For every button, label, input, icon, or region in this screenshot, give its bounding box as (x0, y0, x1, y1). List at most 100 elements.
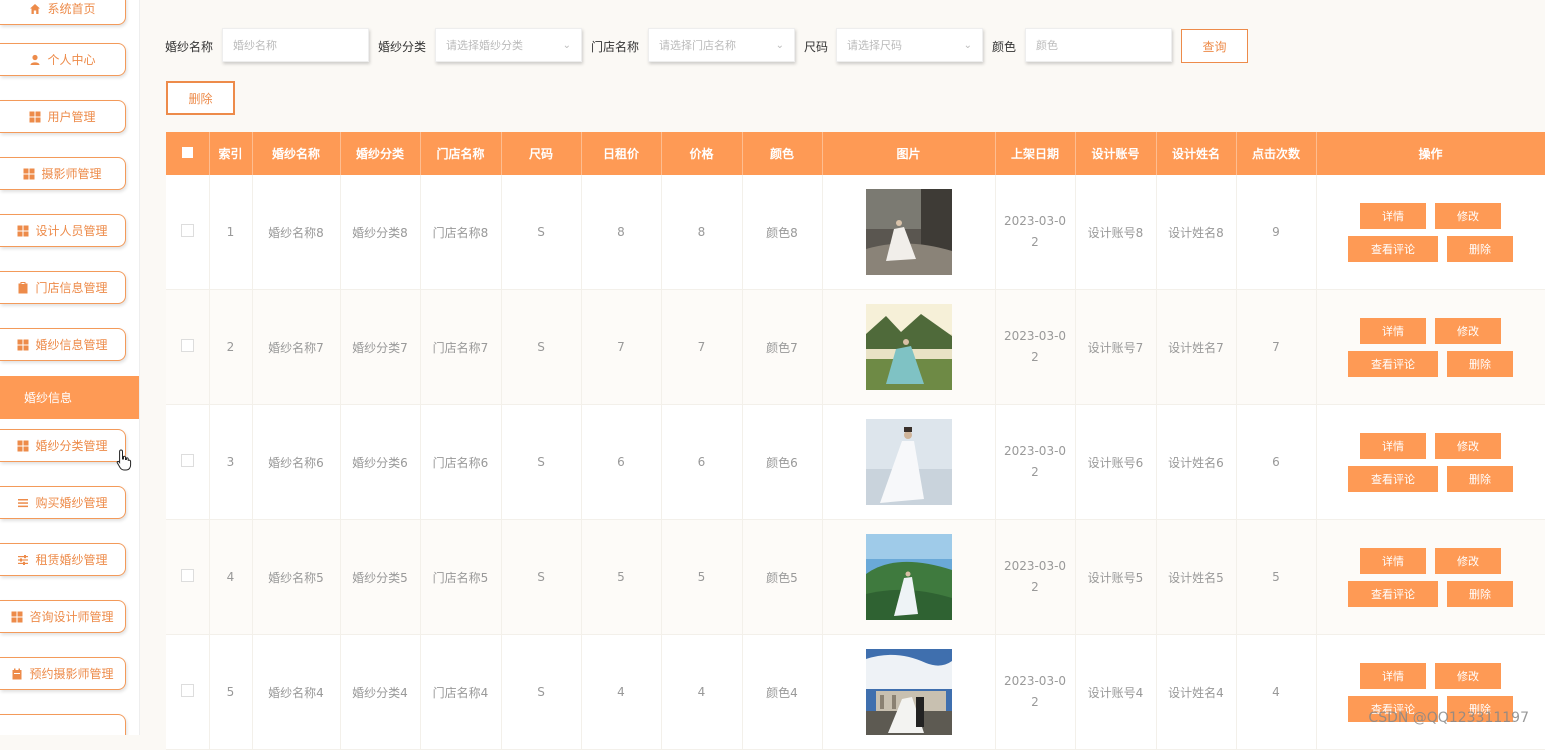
sidebar-item-designers[interactable]: 设计人员管理 (0, 214, 126, 247)
column-header: 操作 (1316, 132, 1545, 175)
cell-clicks: 6 (1236, 404, 1317, 520)
select-all-checkbox[interactable] (181, 146, 193, 158)
cell-size: S (501, 519, 582, 635)
sidebar-item-label: 婚纱信息管理 (35, 338, 108, 352)
row-checkbox[interactable] (180, 684, 194, 697)
sidebar: 系统首页 个人中心 用户管理 摄影师管理 设计人员管理 门店信息管理 婚纱信息管… (0, 0, 140, 735)
cell-price: 8 (661, 175, 743, 290)
calendar-icon (11, 668, 23, 680)
detail-button[interactable]: 详情 (1360, 547, 1426, 574)
hand-cursor-icon (116, 449, 132, 475)
dress-photo[interactable] (865, 534, 952, 620)
delete-button[interactable]: 删除 (1447, 580, 1513, 607)
sidebar-item-label: 门店信息管理 (35, 281, 108, 295)
sidebar-item-consult-designer[interactable]: 咨询设计师管理 (0, 600, 126, 633)
view-comments-button[interactable]: 查看评论 (1348, 580, 1438, 607)
cell-designer: 设计姓名6 (1156, 404, 1237, 520)
table-row: 1 婚纱名称8 婚纱分类8 门店名称8 S 8 8 颜色8 2023-03-0 2… (166, 175, 1545, 290)
grid-icon (23, 168, 35, 180)
detail-button[interactable]: 详情 (1360, 432, 1426, 459)
column-header: 设计姓名 (1156, 132, 1237, 175)
sidebar-item-purchases[interactable]: 购买婚纱管理 (0, 486, 126, 519)
sidebar-item-dresses[interactable]: 婚纱信息管理 (0, 328, 126, 361)
column-header: 婚纱名称 (252, 132, 341, 175)
sidebar-item-categories[interactable]: 婚纱分类管理 (0, 429, 126, 462)
cell-store: 门店名称8 (420, 175, 502, 290)
row-checkbox[interactable] (180, 224, 194, 237)
cell-clicks: 9 (1236, 175, 1317, 290)
detail-button[interactable]: 详情 (1360, 662, 1426, 689)
edit-button[interactable]: 修改 (1435, 662, 1501, 689)
cell-index: 1 (209, 175, 253, 290)
cell-date: 2023-03-0 (1003, 444, 1067, 458)
cell-account: 设计账号7 (1075, 289, 1157, 405)
color-filter-input[interactable]: 颜色 (1025, 28, 1172, 62)
cell-name: 婚纱名称6 (252, 404, 341, 520)
cell-designer: 设计姓名5 (1156, 519, 1237, 635)
sidebar-item-stores[interactable]: 门店信息管理 (0, 271, 126, 304)
cell-daily-price: 6 (581, 404, 662, 520)
cell-index: 4 (209, 519, 253, 635)
view-comments-button[interactable]: 查看评论 (1348, 350, 1438, 377)
grid-icon (17, 440, 29, 452)
detail-button[interactable]: 详情 (1360, 317, 1426, 344)
cell-name: 婚纱名称8 (252, 175, 341, 290)
sidebar-item-label: 用户管理 (47, 110, 96, 124)
grid-icon (29, 111, 41, 123)
row-checkbox[interactable] (180, 454, 194, 467)
store-filter-select[interactable]: 请选择门店名称 ⌄ (648, 28, 795, 62)
edit-button[interactable]: 修改 (1435, 432, 1501, 459)
cell-size: S (501, 175, 582, 290)
column-header: 价格 (661, 132, 743, 175)
bulk-delete-button[interactable]: 删除 (166, 81, 235, 115)
view-comments-button[interactable]: 查看评论 (1348, 235, 1438, 262)
cell-account: 设计账号4 (1075, 634, 1157, 750)
column-header: 婚纱分类 (340, 132, 421, 175)
size-filter-select[interactable]: 请选择尺码 ⌄ (836, 28, 983, 62)
column-header: 图片 (822, 132, 996, 175)
sliders-icon (17, 554, 29, 566)
sidebar-item-profile[interactable]: 个人中心 (0, 43, 126, 76)
cell-daily-price: 8 (581, 175, 662, 290)
cell-account: 设计账号5 (1075, 519, 1157, 635)
query-button[interactable]: 查询 (1181, 29, 1248, 63)
select-all-header[interactable] (166, 132, 210, 175)
cell-date: 2023-03-0 (1003, 559, 1067, 573)
sidebar-item-partial[interactable] (0, 714, 126, 735)
cell-color: 颜色7 (742, 289, 823, 405)
delete-button[interactable]: 删除 (1447, 235, 1513, 262)
dress-photo[interactable] (865, 419, 952, 505)
row-actions: 详情 修改 查看评论 删除 (1317, 547, 1545, 607)
cell-date-wrap: 2 (1031, 235, 1039, 249)
cell-date: 2023-03-0 (1003, 674, 1067, 688)
sidebar-item-book-photographer[interactable]: 预约摄影师管理 (0, 657, 126, 690)
edit-button[interactable]: 修改 (1435, 317, 1501, 344)
delete-button[interactable]: 删除 (1447, 350, 1513, 377)
sidebar-subitem-label: 婚纱信息 (24, 391, 73, 405)
detail-button[interactable]: 详情 (1360, 202, 1426, 229)
dress-photo[interactable] (865, 304, 952, 390)
row-checkbox[interactable] (180, 569, 194, 582)
edit-button[interactable]: 修改 (1435, 547, 1501, 574)
cell-daily-price: 5 (581, 519, 662, 635)
sidebar-item-home[interactable]: 系统首页 (0, 0, 126, 25)
sidebar-subitem-dress-info[interactable]: 婚纱信息 (0, 376, 139, 419)
category-filter-select[interactable]: 请选择婚纱分类 ⌄ (435, 28, 582, 62)
sidebar-item-rentals[interactable]: 租赁婚纱管理 (0, 543, 126, 576)
cell-clicks: 7 (1236, 289, 1317, 405)
view-comments-button[interactable]: 查看评论 (1348, 465, 1438, 492)
dress-photo[interactable] (865, 189, 952, 275)
cell-name: 婚纱名称4 (252, 634, 341, 750)
delete-button[interactable]: 删除 (1447, 465, 1513, 492)
sidebar-item-users[interactable]: 用户管理 (0, 100, 126, 133)
cell-daily-price: 4 (581, 634, 662, 750)
cell-price: 4 (661, 634, 743, 750)
row-checkbox[interactable] (180, 339, 194, 352)
name-filter-input[interactable]: 婚纱名称 (222, 28, 369, 62)
sidebar-item-photographers[interactable]: 摄影师管理 (0, 157, 126, 190)
dress-photo[interactable] (865, 649, 952, 735)
cell-store: 门店名称6 (420, 404, 502, 520)
edit-button[interactable]: 修改 (1435, 202, 1501, 229)
store-filter-placeholder: 请选择门店名称 (659, 39, 736, 52)
cell-date: 2023-03-0 (1003, 214, 1067, 228)
